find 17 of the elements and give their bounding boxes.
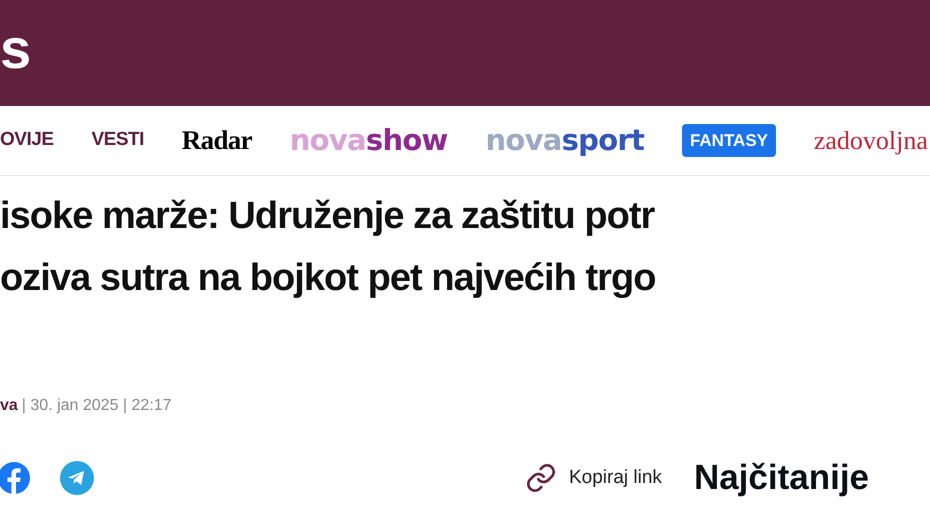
site-logo[interactable]: s bbox=[0, 21, 32, 77]
facebook-icon[interactable] bbox=[0, 462, 30, 494]
nav-link[interactable]: OVIJE bbox=[0, 126, 54, 155]
publish-date: | 30. jan 2025 | 22:17 bbox=[22, 396, 172, 416]
article-headline: oziva sutra na bojkot pet najvećih trgo bbox=[0, 256, 657, 301]
telegram-icon[interactable] bbox=[60, 461, 94, 496]
zadovoljna-logo[interactable]: zadovoljna bbox=[814, 121, 928, 160]
nav-link[interactable]: VESTI bbox=[91, 126, 144, 155]
article-headline: isoke marže: Udruženje za zaštitu potr bbox=[0, 194, 656, 239]
radar-logo[interactable]: Radar bbox=[182, 120, 252, 161]
link-icon bbox=[525, 462, 557, 494]
copy-link-button[interactable]: Kopiraj link bbox=[525, 462, 662, 494]
fantasy-link[interactable]: FANTASY bbox=[682, 124, 776, 158]
brand-logo[interactable]: novashow bbox=[290, 118, 448, 162]
author-name[interactable]: va bbox=[0, 394, 18, 418]
sidebar-title: Najčitanije bbox=[694, 457, 870, 499]
brand-logo[interactable]: novasport bbox=[485, 118, 644, 162]
